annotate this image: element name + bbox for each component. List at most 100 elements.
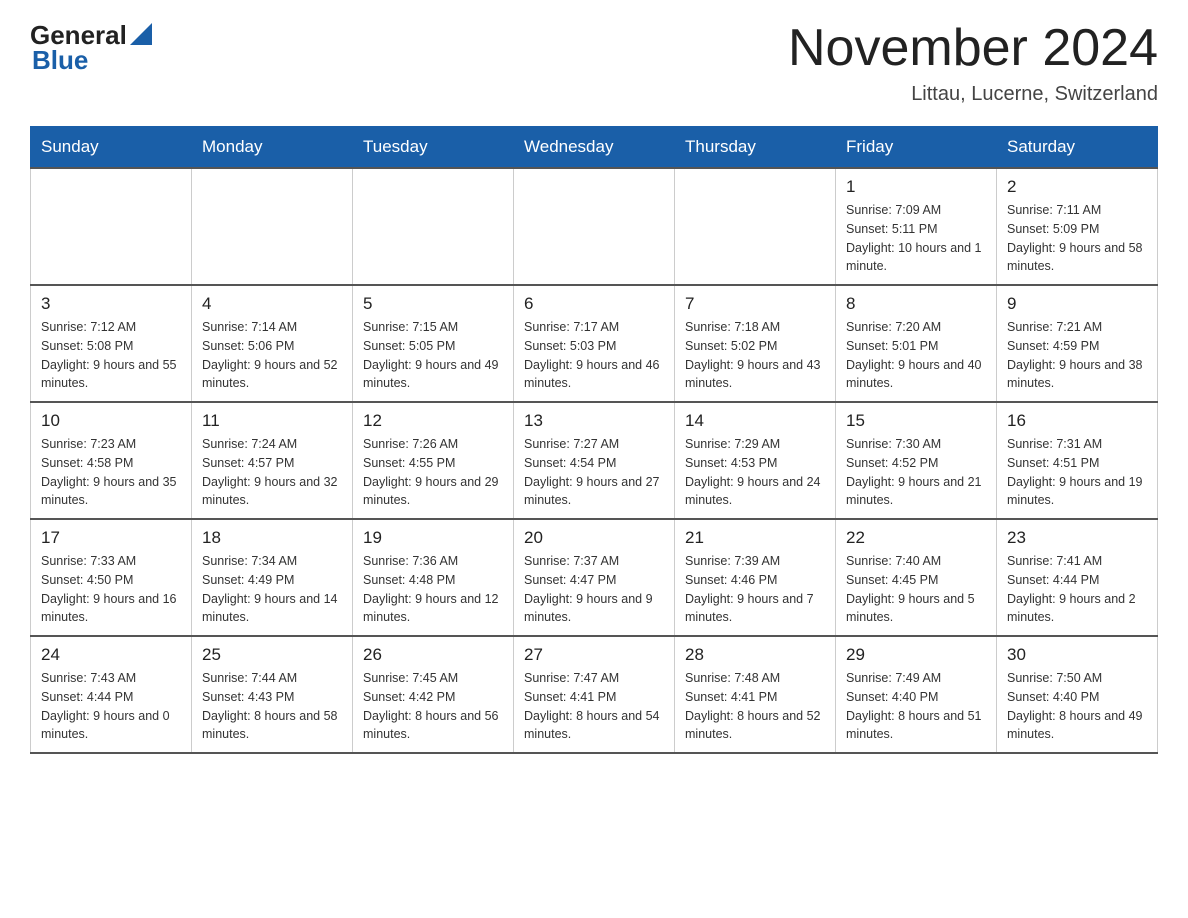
day-info: Sunrise: 7:14 AM Sunset: 5:06 PM Dayligh… — [202, 318, 342, 393]
calendar-cell: 15 Sunrise: 7:30 AM Sunset: 4:52 PM Dayli… — [836, 402, 997, 519]
calendar-cell: 21Sunrise: 7:39 AM Sunset: 4:46 PM Dayli… — [675, 519, 836, 636]
day-number: 11 — [202, 411, 342, 431]
day-number: 5 — [363, 294, 503, 314]
calendar-cell: 6 Sunrise: 7:17 AM Sunset: 5:03 PM Daylig… — [514, 285, 675, 402]
day-info: Sunrise: 7:23 AM Sunset: 4:58 PM Dayligh… — [41, 435, 181, 510]
calendar-cell: 16 Sunrise: 7:31 AM Sunset: 4:51 PM Dayli… — [997, 402, 1158, 519]
day-info: Sunrise: 7:49 AM Sunset: 4:40 PM Dayligh… — [846, 669, 986, 744]
day-info: Sunrise: 7:30 AM Sunset: 4:52 PM Dayligh… — [846, 435, 986, 510]
calendar-cell: 10 Sunrise: 7:23 AM Sunset: 4:58 PM Dayli… — [31, 402, 192, 519]
day-number: 13 — [524, 411, 664, 431]
calendar-cell — [675, 168, 836, 285]
day-number: 28 — [685, 645, 825, 665]
day-number: 21 — [685, 528, 825, 548]
day-number: 24 — [41, 645, 181, 665]
calendar-cell: 22 Sunrise: 7:40 AM Sunset: 4:45 PM Dayli… — [836, 519, 997, 636]
day-info: Sunrise: 7:40 AM Sunset: 4:45 PM Dayligh… — [846, 552, 986, 627]
day-info: Sunrise: 7:50 AM Sunset: 4:40 PM Dayligh… — [1007, 669, 1147, 744]
logo: General Blue — [30, 20, 152, 76]
day-info: Sunrise: 7:24 AM Sunset: 4:57 PM Dayligh… — [202, 435, 342, 510]
calendar-cell: 4Sunrise: 7:14 AM Sunset: 5:06 PM Daylig… — [192, 285, 353, 402]
day-info: Sunrise: 7:44 AM Sunset: 4:43 PM Dayligh… — [202, 669, 342, 744]
calendar-cell — [353, 168, 514, 285]
weekday-header-sunday: Sunday — [31, 127, 192, 169]
calendar-cell — [31, 168, 192, 285]
day-number: 3 — [41, 294, 181, 314]
day-number: 26 — [363, 645, 503, 665]
day-info: Sunrise: 7:33 AM Sunset: 4:50 PM Dayligh… — [41, 552, 181, 627]
day-number: 27 — [524, 645, 664, 665]
day-info: Sunrise: 7:41 AM Sunset: 4:44 PM Dayligh… — [1007, 552, 1147, 627]
logo-blue: Blue — [32, 45, 88, 76]
calendar-cell: 9 Sunrise: 7:21 AM Sunset: 4:59 PM Daylig… — [997, 285, 1158, 402]
day-number: 18 — [202, 528, 342, 548]
calendar-week-row-4: 17 Sunrise: 7:33 AM Sunset: 4:50 PM Dayli… — [31, 519, 1158, 636]
weekday-header-friday: Friday — [836, 127, 997, 169]
day-info: Sunrise: 7:43 AM Sunset: 4:44 PM Dayligh… — [41, 669, 181, 744]
day-info: Sunrise: 7:15 AM Sunset: 5:05 PM Dayligh… — [363, 318, 503, 393]
calendar-cell: 18 Sunrise: 7:34 AM Sunset: 4:49 PM Dayli… — [192, 519, 353, 636]
day-info: Sunrise: 7:29 AM Sunset: 4:53 PM Dayligh… — [685, 435, 825, 510]
day-info: Sunrise: 7:18 AM Sunset: 5:02 PM Dayligh… — [685, 318, 825, 393]
day-number: 10 — [41, 411, 181, 431]
logo-triangle-icon — [130, 23, 152, 45]
weekday-header-saturday: Saturday — [997, 127, 1158, 169]
weekday-header-row: SundayMondayTuesdayWednesdayThursdayFrid… — [31, 127, 1158, 169]
calendar-week-row-3: 10 Sunrise: 7:23 AM Sunset: 4:58 PM Dayli… — [31, 402, 1158, 519]
day-info: Sunrise: 7:21 AM Sunset: 4:59 PM Dayligh… — [1007, 318, 1147, 393]
day-info: Sunrise: 7:36 AM Sunset: 4:48 PM Dayligh… — [363, 552, 503, 627]
calendar-cell: 23 Sunrise: 7:41 AM Sunset: 4:44 PM Dayli… — [997, 519, 1158, 636]
calendar-cell: 24 Sunrise: 7:43 AM Sunset: 4:44 PM Dayli… — [31, 636, 192, 753]
day-info: Sunrise: 7:12 AM Sunset: 5:08 PM Dayligh… — [41, 318, 181, 393]
day-info: Sunrise: 7:34 AM Sunset: 4:49 PM Dayligh… — [202, 552, 342, 627]
calendar-cell — [514, 168, 675, 285]
day-number: 22 — [846, 528, 986, 548]
weekday-header-tuesday: Tuesday — [353, 127, 514, 169]
calendar-cell: 20Sunrise: 7:37 AM Sunset: 4:47 PM Dayli… — [514, 519, 675, 636]
day-number: 25 — [202, 645, 342, 665]
day-info: Sunrise: 7:11 AM Sunset: 5:09 PM Dayligh… — [1007, 201, 1147, 276]
month-title: November 2024 — [788, 20, 1158, 77]
day-info: Sunrise: 7:17 AM Sunset: 5:03 PM Dayligh… — [524, 318, 664, 393]
weekday-header-monday: Monday — [192, 127, 353, 169]
calendar-cell: 29Sunrise: 7:49 AM Sunset: 4:40 PM Dayli… — [836, 636, 997, 753]
title-block: November 2024 Littau, Lucerne, Switzerla… — [788, 20, 1158, 106]
day-number: 15 — [846, 411, 986, 431]
calendar-cell: 17 Sunrise: 7:33 AM Sunset: 4:50 PM Dayli… — [31, 519, 192, 636]
day-info: Sunrise: 7:27 AM Sunset: 4:54 PM Dayligh… — [524, 435, 664, 510]
calendar-cell: 2Sunrise: 7:11 AM Sunset: 5:09 PM Daylig… — [997, 168, 1158, 285]
day-number: 30 — [1007, 645, 1147, 665]
day-info: Sunrise: 7:47 AM Sunset: 4:41 PM Dayligh… — [524, 669, 664, 744]
calendar-cell: 5 Sunrise: 7:15 AM Sunset: 5:05 PM Daylig… — [353, 285, 514, 402]
weekday-header-wednesday: Wednesday — [514, 127, 675, 169]
calendar-week-row-1: 1 Sunrise: 7:09 AM Sunset: 5:11 PM Daylig… — [31, 168, 1158, 285]
day-number: 23 — [1007, 528, 1147, 548]
calendar-cell: 28 Sunrise: 7:48 AM Sunset: 4:41 PM Dayli… — [675, 636, 836, 753]
day-number: 6 — [524, 294, 664, 314]
day-number: 20 — [524, 528, 664, 548]
day-number: 16 — [1007, 411, 1147, 431]
calendar-cell: 12 Sunrise: 7:26 AM Sunset: 4:55 PM Dayli… — [353, 402, 514, 519]
day-number: 1 — [846, 177, 986, 197]
day-number: 19 — [363, 528, 503, 548]
day-info: Sunrise: 7:26 AM Sunset: 4:55 PM Dayligh… — [363, 435, 503, 510]
day-number: 9 — [1007, 294, 1147, 314]
calendar-cell: 19 Sunrise: 7:36 AM Sunset: 4:48 PM Dayli… — [353, 519, 514, 636]
calendar-week-row-2: 3 Sunrise: 7:12 AM Sunset: 5:08 PM Daylig… — [31, 285, 1158, 402]
day-number: 12 — [363, 411, 503, 431]
day-info: Sunrise: 7:45 AM Sunset: 4:42 PM Dayligh… — [363, 669, 503, 744]
day-info: Sunrise: 7:48 AM Sunset: 4:41 PM Dayligh… — [685, 669, 825, 744]
calendar-cell: 13 Sunrise: 7:27 AM Sunset: 4:54 PM Dayli… — [514, 402, 675, 519]
day-number: 17 — [41, 528, 181, 548]
day-number: 8 — [846, 294, 986, 314]
calendar-table: SundayMondayTuesdayWednesdayThursdayFrid… — [30, 126, 1158, 754]
calendar-cell: 27 Sunrise: 7:47 AM Sunset: 4:41 PM Dayli… — [514, 636, 675, 753]
day-info: Sunrise: 7:09 AM Sunset: 5:11 PM Dayligh… — [846, 201, 986, 276]
day-info: Sunrise: 7:20 AM Sunset: 5:01 PM Dayligh… — [846, 318, 986, 393]
calendar-cell: 14Sunrise: 7:29 AM Sunset: 4:53 PM Dayli… — [675, 402, 836, 519]
calendar-cell: 25 Sunrise: 7:44 AM Sunset: 4:43 PM Dayli… — [192, 636, 353, 753]
day-info: Sunrise: 7:31 AM Sunset: 4:51 PM Dayligh… — [1007, 435, 1147, 510]
calendar-cell: 1 Sunrise: 7:09 AM Sunset: 5:11 PM Daylig… — [836, 168, 997, 285]
calendar-cell — [192, 168, 353, 285]
calendar-week-row-5: 24 Sunrise: 7:43 AM Sunset: 4:44 PM Dayli… — [31, 636, 1158, 753]
